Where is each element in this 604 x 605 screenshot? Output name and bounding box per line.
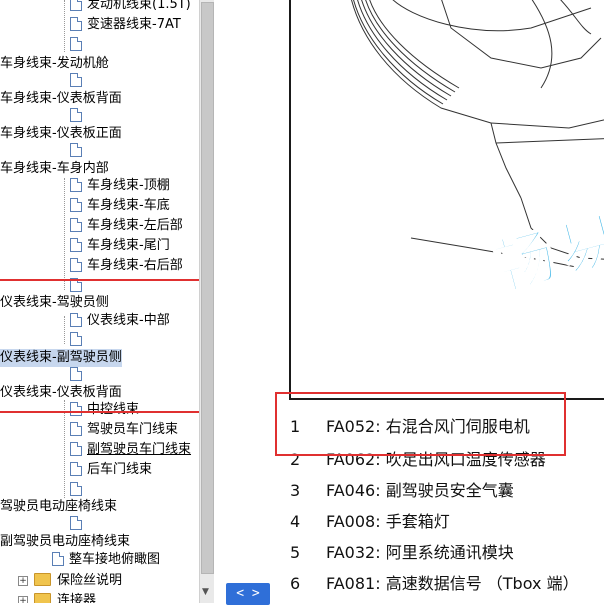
document-icon [70,441,82,456]
tree-item-body-right-rear[interactable]: 车身线束-右后部 [70,257,183,275]
highlight-box [0,279,199,413]
tree-panel: 发动机线束(1.5T) 变速器线束-7AT 车身线束-发动机舱 车身线束-仪表板… [0,0,199,603]
document-icon [70,72,82,87]
tree-item-driver-door[interactable]: 驾驶员车门线束 [70,421,178,439]
document-icon [70,481,82,496]
tree-item-doc[interactable] [70,481,87,499]
tree-item-body-floor[interactable]: 车身线束-车底 [70,197,170,215]
document-icon [70,36,82,51]
tree-item-doc[interactable] [70,36,87,54]
scroll-down-arrow-icon[interactable]: ▼ [202,587,209,597]
document-icon [70,237,82,252]
document-icon [70,217,82,232]
vertical-scrollbar[interactable]: ▼ [199,0,214,603]
tree-item-connector-folder[interactable]: + 连接器 [18,592,96,603]
tree-item-doc[interactable] [70,72,87,90]
tree-item-passenger-door[interactable]: 副驾驶员车门线束 [70,441,191,459]
folder-icon [34,573,51,586]
tree-item-driver-seat[interactable]: 驾驶员电动座椅线束 [0,498,117,516]
page-nav-button[interactable]: < > [226,583,270,605]
document-view: 畅易汽 1 FA052: 右混合风门伺服电机 2 FA062: 吹足出风口温度传感器… [214,0,604,605]
tree-item-body-engine-bay[interactable]: 车身线束-发动机舱 [0,55,109,73]
tree-item-doc[interactable] [70,515,87,533]
legend-item: 5 FA032: 阿里系统通讯模块 [290,543,514,562]
legend-item: 6 FA081: 高速数据信号 （Tbox 端） [290,574,579,593]
tree-item-doc[interactable] [70,142,87,160]
expand-icon[interactable]: + [18,595,28,603]
document-icon [70,515,82,530]
scrollbar-thumb[interactable] [201,2,214,574]
tree-item-passenger-seat[interactable]: 副驾驶员电动座椅线束 [0,533,130,551]
document-icon [70,421,82,436]
tree-item-rear-door[interactable]: 后车门线束 [70,461,152,479]
tree-item-engine-harness[interactable]: 发动机线束(1.5T) [70,0,191,14]
document-icon [52,551,64,566]
vehicle-line-drawing [351,0,604,269]
document-icon [70,16,82,31]
tree-item-doc[interactable] [70,107,87,125]
highlight-box [275,392,566,456]
tree-item-body-roof[interactable]: 车身线束-顶棚 [70,177,170,195]
folder-icon [34,593,51,603]
expand-icon[interactable]: + [18,575,28,586]
tree-item-body-dash-front[interactable]: 车身线束-仪表板正面 [0,125,122,143]
tree-item-body-interior[interactable]: 车身线束-车身内部 [0,160,109,178]
document-icon [70,142,82,157]
legend-item: 4 FA008: 手套箱灯 [290,512,450,531]
wiring-diagram: 畅易汽 [289,0,604,400]
document-icon [70,461,82,476]
document-icon [70,257,82,272]
tree-item-body-dash-back[interactable]: 车身线束-仪表板背面 [0,90,122,108]
document-icon [70,0,82,11]
document-icon [70,197,82,212]
tree-item-fuse-folder[interactable]: + 保险丝说明 [18,572,122,590]
tree-item-transmission-harness[interactable]: 变速器线束-7AT [70,16,181,34]
tree-item-body-tailgate[interactable]: 车身线束-尾门 [70,237,170,255]
tree-item-body-left-rear[interactable]: 车身线束-左后部 [70,217,183,235]
tree-item-ground-overview[interactable]: 整车接地俯瞰图 [52,551,160,569]
document-icon [70,177,82,192]
document-icon [70,107,82,122]
legend-item: 3 FA046: 副驾驶员安全气囊 [290,481,514,500]
